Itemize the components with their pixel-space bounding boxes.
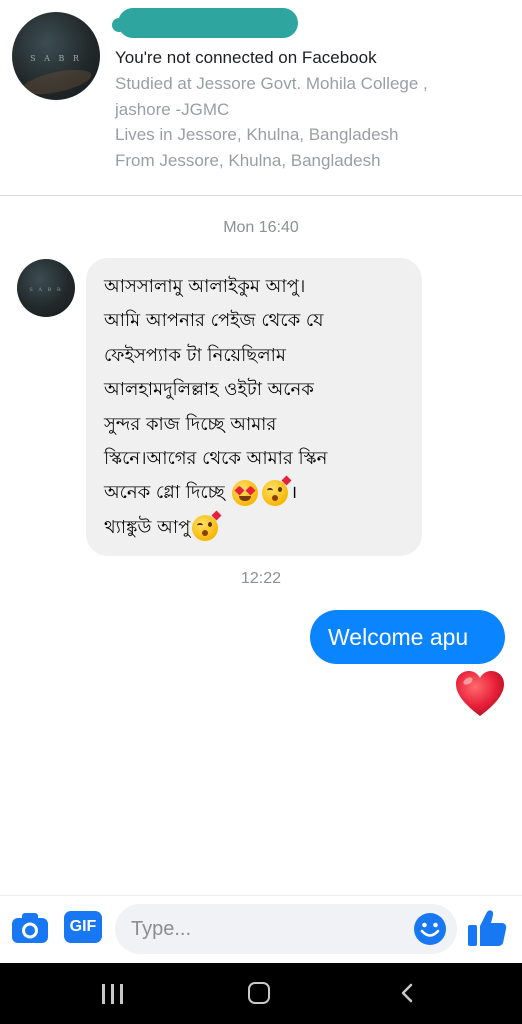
profile-header: S A B R You're not connected on Facebook… xyxy=(0,0,522,196)
home-icon[interactable] xyxy=(248,982,270,1004)
thumbs-up-icon[interactable] xyxy=(466,907,508,949)
profile-lives-in: Lives in Jessore, Khulna, Bangladesh xyxy=(115,125,399,144)
avatar-texture xyxy=(20,64,94,100)
message-line-with-emoji: থ্যাঙ্কুউ আপু xyxy=(104,510,410,545)
message-line: আসসালামু আলাইকুম আপু। xyxy=(104,276,306,297)
connection-status: You're not connected on Facebook xyxy=(115,48,377,67)
redacted-name xyxy=(112,8,298,38)
message-input[interactable] xyxy=(131,904,401,954)
system-navigation-bar xyxy=(0,963,522,1024)
message-input-container xyxy=(115,904,457,954)
incoming-message-bubble[interactable]: আসসালামু আলাইকুম আপু। আমি আপনার পেইজ থেক… xyxy=(86,258,422,556)
smiley-icon[interactable] xyxy=(413,912,447,946)
message-line-text: থ্যাঙ্কুউ আপু xyxy=(104,516,191,538)
message-timestamp: 12:22 xyxy=(240,570,282,587)
sender-avatar[interactable]: S A B R xyxy=(17,259,75,317)
outgoing-message-bubble[interactable]: Welcome apu xyxy=(310,610,505,664)
message-line: সুন্দর কাজ দিচ্ছে আমার xyxy=(104,413,277,435)
message-timestamp: Mon 16:40 xyxy=(223,219,299,236)
kiss-emoji-icon xyxy=(262,475,292,507)
message-line: আলহামদুলিল্লাহ ওইটা অনেক xyxy=(104,379,314,401)
message-line: আমি আপনার পেইজ থেকে যে xyxy=(104,310,324,332)
back-icon[interactable] xyxy=(396,981,420,1005)
message-line-with-emoji: অনেক গ্লো দিচ্ছে । xyxy=(104,475,410,510)
message-line-text: অনেক গ্লো দিচ্ছে xyxy=(104,482,225,504)
message-composer: GIF xyxy=(0,895,522,964)
heart-eyes-emoji-icon xyxy=(232,480,259,507)
kiss-emoji-icon xyxy=(192,510,222,541)
header-divider xyxy=(0,195,522,196)
profile-avatar[interactable]: S A B R xyxy=(12,12,100,100)
recent-apps-icon[interactable] xyxy=(102,984,126,1004)
sender-avatar-monogram: S A B R xyxy=(29,287,63,293)
profile-education-cont: jashore -JGMC xyxy=(115,100,230,119)
camera-icon[interactable] xyxy=(11,912,49,944)
gif-button[interactable]: GIF xyxy=(64,911,102,943)
red-heart-icon[interactable] xyxy=(454,668,506,720)
message-line: ফেইসপ্যাক টা নিয়েছিলাম xyxy=(104,344,286,366)
message-line-punct: । xyxy=(290,482,298,504)
profile-from: From Jessore, Khulna, Bangladesh xyxy=(115,151,381,170)
avatar-monogram: S A B R xyxy=(30,54,82,63)
message-line: স্কিনে।আগের থেকে আমার স্কিন xyxy=(104,448,328,470)
profile-education: Studied at Jessore Govt. Mohila College … xyxy=(115,74,428,93)
